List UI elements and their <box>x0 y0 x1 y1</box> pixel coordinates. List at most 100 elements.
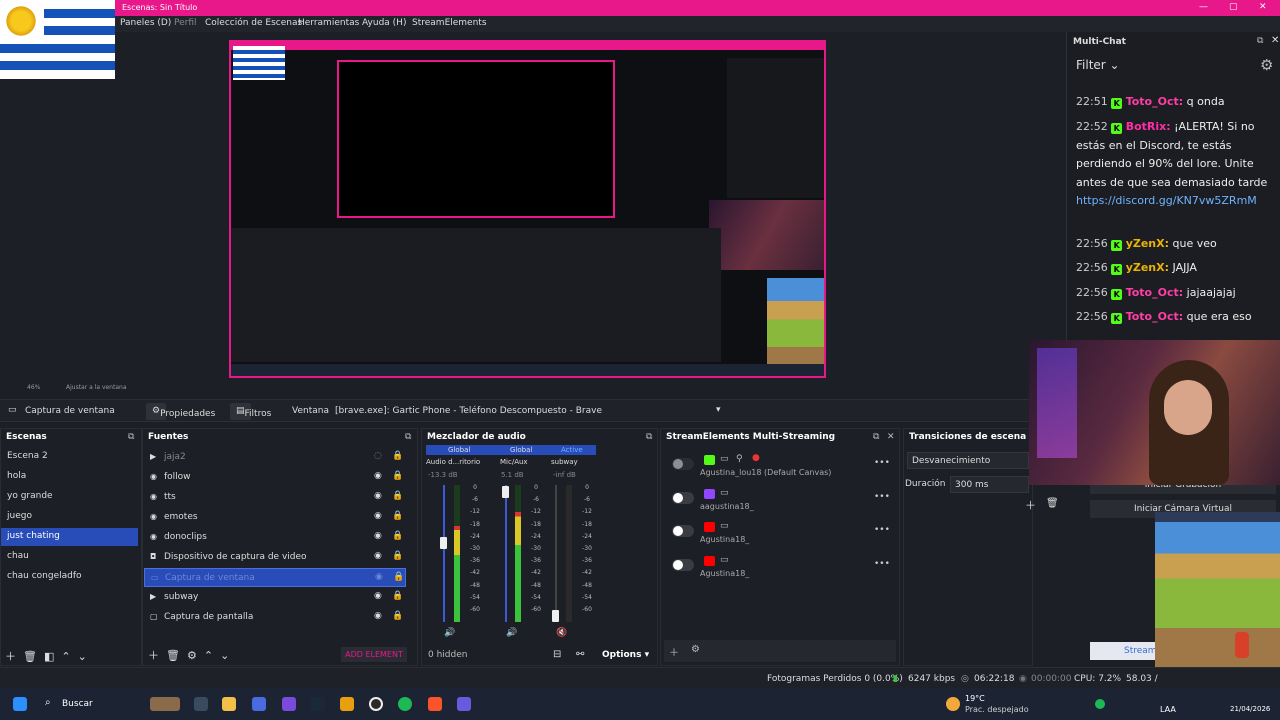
lock-icon[interactable]: 🔒 <box>392 451 403 461</box>
eye-icon[interactable]: ◉ <box>374 611 382 621</box>
source-item[interactable]: ◉ emotes ◉ 🔒 <box>144 508 406 527</box>
lock-icon[interactable]: 🔒 <box>392 471 403 481</box>
task-view-icon[interactable] <box>194 697 208 711</box>
steam-icon[interactable] <box>311 697 325 711</box>
gear-icon[interactable]: ⚙ <box>1260 56 1273 74</box>
lock-icon[interactable]: 🔒 <box>392 511 403 521</box>
app-icon[interactable] <box>457 697 471 711</box>
source-item[interactable]: ◉ follow ◉ 🔒 <box>144 468 406 487</box>
arrow-up-icon[interactable]: ⌃ <box>204 649 213 662</box>
lock-icon[interactable]: 🔒 <box>392 611 403 621</box>
menu-paneles[interactable]: Paneles (D) <box>120 18 171 28</box>
minimize-icon[interactable]: — <box>1199 2 1208 12</box>
trash-icon[interactable]: 🗑 <box>166 649 180 662</box>
tray-icon[interactable] <box>1095 699 1105 709</box>
menu-streamelements[interactable]: StreamElements <box>412 18 487 28</box>
volume-knob[interactable] <box>440 537 447 549</box>
properties-button[interactable]: ⚙ Propiedades <box>146 403 215 420</box>
add-element-button[interactable]: ADD ELEMENT <box>341 647 407 662</box>
scene-item[interactable]: hola <box>1 468 138 486</box>
spotify-icon[interactable] <box>398 697 412 711</box>
chat-filter[interactable]: Filter ⌄ <box>1076 58 1120 72</box>
speaker-icon[interactable]: 🔊 <box>444 628 455 638</box>
source-item[interactable]: ▢ Captura de pantalla ◉ 🔒 <box>144 608 406 627</box>
lock-icon[interactable]: 🔒 <box>392 531 403 541</box>
eye-icon[interactable]: ◉ <box>374 531 382 541</box>
close-icon[interactable]: ✕ <box>1271 35 1279 46</box>
stream-toggle[interactable] <box>672 559 694 571</box>
lock-icon[interactable]: 🔒 <box>392 551 403 561</box>
discord-icon[interactable] <box>282 697 296 711</box>
add-icon[interactable]: ＋ <box>148 649 159 662</box>
transition-select[interactable]: Desvanecimiento <box>907 452 1029 469</box>
stream-toggle[interactable] <box>672 525 694 537</box>
scene-item-selected[interactable]: just chating <box>1 528 138 546</box>
search-icon[interactable]: ⌕ <box>45 697 51 708</box>
arrow-down-icon[interactable]: ⌄ <box>78 650 87 663</box>
link-icon[interactable]: ⚯ <box>576 649 584 660</box>
scene-item[interactable]: chau <box>1 548 138 566</box>
menu-perfil[interactable]: Perfil <box>174 18 197 28</box>
store-icon[interactable] <box>252 697 266 711</box>
source-item[interactable]: ◘ Dispositivo de captura de video ◉ 🔒 <box>144 548 406 567</box>
channel-name[interactable]: Mic/Aux <box>500 458 528 466</box>
stream-button[interactable]: Stream <box>1090 642 1160 660</box>
arrow-down-icon[interactable]: ⌄ <box>220 649 229 662</box>
lock-icon[interactable]: 🔒 <box>393 572 404 582</box>
float-icon[interactable]: ⧉ <box>1257 36 1263 46</box>
more-icon[interactable]: ••• <box>874 525 890 535</box>
more-icon[interactable]: ••• <box>874 492 890 502</box>
volume-slider[interactable] <box>505 485 507 622</box>
widget-icon[interactable] <box>150 697 180 711</box>
eye-icon[interactable]: ◉ <box>374 471 382 481</box>
muted-icon[interactable]: 🔇 <box>556 628 567 638</box>
filters-button[interactable]: ▤ Filtros <box>230 403 271 420</box>
float-icon[interactable]: ⧉ <box>873 432 879 442</box>
scene-item[interactable]: Escena 2 <box>1 448 138 466</box>
layout-icon[interactable]: ⊟ <box>553 649 561 660</box>
source-item[interactable]: ◉ tts ◉ 🔒 <box>144 488 406 507</box>
hidden-count[interactable]: 0 hidden <box>428 650 467 660</box>
source-item[interactable]: ▶ jaja2 ◌ 🔒 <box>144 448 406 467</box>
duration-input[interactable]: 300 ms <box>950 476 1029 493</box>
source-item[interactable]: ▶ subway ◉ 🔒 <box>144 588 406 607</box>
menu-herramientas[interactable]: Herramientas <box>298 18 359 28</box>
menu-coleccion[interactable]: Colección de Escenas <box>205 18 302 28</box>
zoom-fit[interactable]: Ajustar a la ventana <box>66 384 127 391</box>
more-icon[interactable]: ••• <box>874 559 890 569</box>
obs-icon[interactable] <box>369 697 383 711</box>
taskbar-search[interactable]: Buscar <box>62 699 93 709</box>
trash-icon[interactable]: 🗑 <box>1046 498 1059 509</box>
menu-ayuda[interactable]: Ayuda (H) <box>362 18 406 28</box>
app-icon[interactable] <box>340 697 354 711</box>
window-select[interactable]: [brave.exe]: Gartic Phone - Teléfono Des… <box>335 406 602 416</box>
scene-item[interactable]: chau congeladfo <box>1 568 138 586</box>
gear-icon[interactable]: ⚙ <box>691 644 700 655</box>
gear-icon[interactable]: ⚙ <box>187 649 197 662</box>
lock-icon[interactable]: 🔒 <box>392 491 403 501</box>
stream-toggle[interactable] <box>672 458 694 470</box>
source-item[interactable]: ◉ donoclips ◉ 🔒 <box>144 528 406 547</box>
eye-hidden-icon[interactable]: ◌ <box>374 451 382 461</box>
speaker-icon[interactable]: 🔊 <box>506 628 517 638</box>
maximize-icon[interactable]: ▢ <box>1229 2 1238 12</box>
mixer-options-button[interactable]: Options ▾ <box>602 650 649 660</box>
eye-icon[interactable]: ◉ <box>374 591 382 601</box>
windows-start-icon[interactable] <box>13 697 27 711</box>
source-item-selected[interactable]: ▭ Captura de ventana ◉ 🔒 <box>144 568 406 587</box>
folder-icon[interactable] <box>222 697 236 711</box>
language-indicator[interactable]: LAA <box>1160 705 1176 714</box>
dock-menu-icon[interactable]: ⧉ <box>405 432 411 442</box>
volume-slider[interactable] <box>443 485 445 622</box>
eye-icon[interactable]: ◉ <box>374 511 382 521</box>
channel-name[interactable]: Audio d...ritorio <box>426 458 480 466</box>
preview-canvas[interactable] <box>229 40 826 378</box>
volume-knob[interactable] <box>552 610 559 622</box>
close-icon[interactable]: ✕ <box>887 432 895 442</box>
add-icon[interactable]: ＋ <box>669 644 679 659</box>
discord-link[interactable]: https://discord.gg/KN7vw5ZRmM <box>1076 194 1257 207</box>
eye-icon[interactable]: ◉ <box>374 491 382 501</box>
add-icon[interactable]: ＋ <box>5 650 16 663</box>
scene-item[interactable]: yo grande <box>1 488 138 506</box>
chevron-down-icon[interactable]: ▾ <box>716 405 721 415</box>
